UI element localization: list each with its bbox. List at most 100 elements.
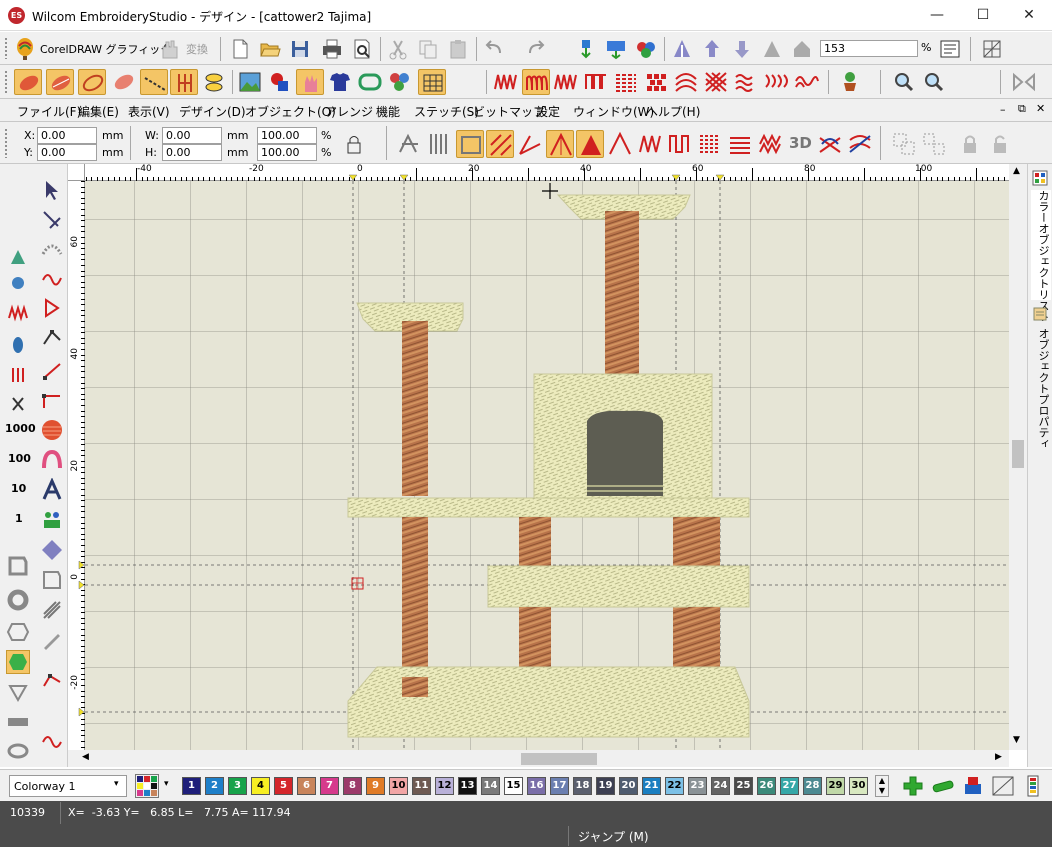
coreldraw-balloon-icon[interactable] [14, 37, 36, 61]
zoom-100-icon[interactable] [920, 69, 948, 95]
underlay-icon[interactable] [456, 130, 484, 158]
remove-color-icon[interactable] [930, 774, 956, 798]
triple-stitch-icon[interactable] [170, 69, 198, 95]
x-input[interactable] [37, 127, 97, 144]
step-fill-icon[interactable] [582, 69, 610, 95]
fill-circle-icon[interactable] [40, 418, 64, 442]
color-chip-14[interactable]: 14 [481, 777, 500, 795]
stitch-1-button[interactable]: 1 [15, 512, 23, 525]
picture-icon[interactable] [236, 69, 264, 95]
color-chip-11[interactable]: 11 [412, 777, 431, 795]
color-chip-13[interactable]: 13 [458, 777, 477, 795]
guide-markers[interactable] [68, 181, 85, 750]
horizontal-scrollbar[interactable]: ◀ ▶ [68, 750, 1009, 767]
print-preview-icon[interactable] [350, 37, 374, 61]
motif-fill-icon[interactable] [732, 69, 760, 95]
print-icon[interactable] [320, 37, 344, 61]
download-icon[interactable] [730, 37, 754, 61]
scale-x-input[interactable] [257, 127, 317, 144]
background-color-icon[interactable] [990, 774, 1016, 798]
stitch-10-button[interactable]: 10 [11, 482, 26, 495]
color-chip-27[interactable]: 27 [780, 777, 799, 795]
color-chip-15[interactable]: 15 [504, 777, 523, 795]
zigzag-b-icon[interactable] [636, 130, 664, 158]
stitch-angle-icon[interactable] [396, 130, 424, 158]
menu-settings[interactable]: 設定 [536, 103, 560, 120]
menu-edit[interactable]: 編集(E) [78, 103, 119, 120]
stitch-player-icon[interactable] [670, 37, 694, 61]
wave-fill-icon[interactable] [672, 69, 700, 95]
color-chip-12[interactable]: 12 [435, 777, 454, 795]
lines-fill-icon[interactable] [612, 69, 640, 95]
lines-tool-icon[interactable] [40, 598, 64, 622]
outline-leaf-icon[interactable] [78, 69, 106, 95]
vertical-ruler[interactable]: 60 40 20 0 -20 [68, 181, 85, 750]
line-tool-1-icon[interactable] [40, 358, 64, 382]
export-machine-icon[interactable] [604, 37, 628, 61]
add-color-icon[interactable] [900, 774, 926, 798]
color-grid-dropdown[interactable]: ▾ [164, 779, 169, 789]
line-tool-2-icon[interactable] [40, 388, 64, 412]
grid-toggle-icon[interactable] [980, 37, 1004, 61]
scissors-tool-icon[interactable] [7, 394, 29, 416]
hoop-tool-icon[interactable] [6, 740, 30, 762]
lines-c-icon[interactable] [726, 130, 754, 158]
select-arrow-icon[interactable] [40, 178, 64, 202]
arc-tool-icon[interactable] [40, 236, 64, 260]
team-names-icon[interactable] [386, 69, 414, 95]
zoom-options-icon[interactable] [938, 37, 962, 61]
zigzag-icon[interactable] [492, 69, 520, 95]
colorway-select[interactable]: Colorway 1 ▾ [9, 775, 127, 797]
menu-window[interactable]: ウィンドウ(W) [573, 103, 654, 120]
scale-y-input[interactable] [257, 144, 317, 161]
jump-status[interactable]: ジャンプ (M) [578, 828, 649, 845]
hexagon-outline-icon[interactable] [6, 620, 30, 644]
color-chip-3[interactable]: 3 [228, 777, 247, 795]
appliqué-tool-icon[interactable] [40, 448, 64, 472]
color-chip-23[interactable]: 23 [688, 777, 707, 795]
team-names-tool-icon[interactable] [40, 508, 64, 532]
color-chip-2[interactable]: 2 [205, 777, 224, 795]
monogram-tool-icon[interactable] [40, 538, 64, 562]
lines-b-icon[interactable] [696, 130, 724, 158]
minimize-button[interactable]: — [914, 0, 960, 31]
node-edit-icon[interactable] [40, 296, 64, 320]
thread-colors-icon[interactable] [634, 37, 658, 61]
paste-icon[interactable] [446, 37, 470, 61]
toolbar-grip[interactable] [4, 128, 8, 158]
color-chip-21[interactable]: 21 [642, 777, 661, 795]
color-grid-icon[interactable] [135, 774, 159, 798]
feather-icon[interactable] [756, 130, 784, 158]
hexagon-fill-icon[interactable] [6, 650, 30, 674]
scroll-down-arrow[interactable]: ▼ [1013, 735, 1020, 745]
design-canvas[interactable] [85, 181, 1009, 750]
menu-arrange[interactable]: アレンジ [325, 103, 373, 120]
pull-comp-icon[interactable] [486, 130, 514, 158]
toolbar-grip[interactable] [4, 70, 8, 94]
menu-design[interactable]: デザイン(D) [179, 103, 246, 120]
curve-effect-icon[interactable] [846, 130, 874, 158]
mdi-minimize-button[interactable]: – [1000, 103, 1006, 116]
color-chip-29[interactable]: 29 [826, 777, 845, 795]
ruler-corner[interactable] [68, 164, 85, 181]
lettering-tool-icon[interactable] [40, 477, 64, 502]
shape-frame-icon[interactable] [40, 568, 64, 592]
tab-object-properties[interactable]: オブジェクトプロパティ [1031, 328, 1051, 449]
scroll-left-arrow[interactable]: ◀ [82, 752, 89, 762]
wave-tool-icon[interactable] [40, 728, 64, 752]
color-chip-6[interactable]: 6 [297, 777, 316, 795]
width-input[interactable] [162, 127, 222, 144]
unlock-icon[interactable] [986, 130, 1014, 158]
color-chip-10[interactable]: 10 [389, 777, 408, 795]
height-input[interactable] [162, 144, 222, 161]
plant-pot-icon[interactable] [836, 69, 864, 95]
tack-stitch-icon[interactable] [606, 130, 634, 158]
object-properties-icon[interactable] [1032, 306, 1048, 322]
wave-effect-icon[interactable] [816, 130, 844, 158]
close-button[interactable]: ✕ [1006, 0, 1052, 31]
weight-icon[interactable] [760, 37, 784, 61]
maximize-button[interactable]: ☐ [960, 0, 1006, 31]
reshape-nodes-icon[interactable] [40, 326, 64, 350]
tatami-leaf-icon[interactable] [46, 69, 74, 95]
split-satin-icon[interactable] [546, 130, 574, 158]
